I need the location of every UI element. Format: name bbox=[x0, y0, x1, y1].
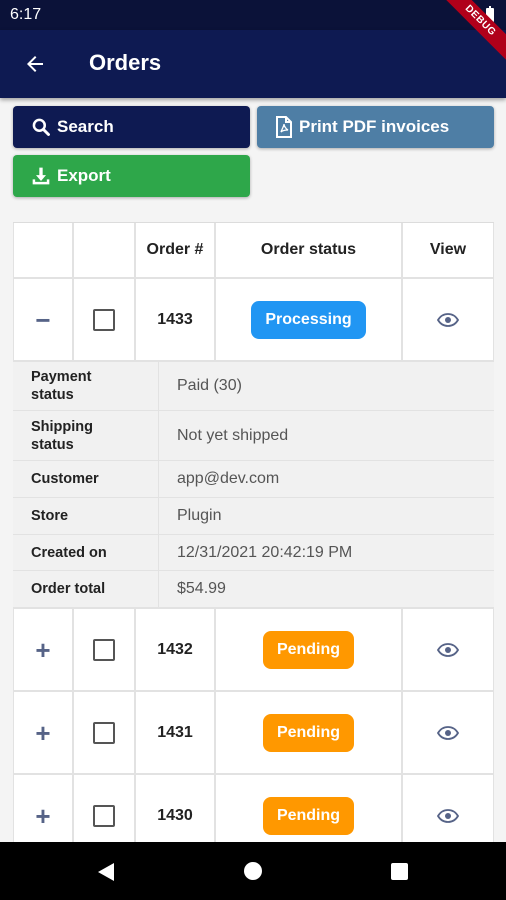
detail-value: 12/31/2021 20:42:19 PM bbox=[177, 543, 353, 561]
eye-icon[interactable] bbox=[437, 642, 459, 657]
row-checkbox[interactable] bbox=[93, 721, 115, 744]
print-pdf-invoices-button[interactable]: Print PDF invoices bbox=[257, 106, 494, 148]
eye-icon[interactable] bbox=[437, 725, 459, 740]
detail-row-total: Order total $54.99 bbox=[13, 571, 494, 607]
header-expand bbox=[14, 223, 74, 277]
pdf-file-icon bbox=[276, 116, 292, 138]
status-badge: Pending bbox=[262, 713, 355, 752]
arrow-left-icon[interactable] bbox=[22, 52, 48, 76]
detail-value: $54.99 bbox=[177, 580, 226, 597]
search-icon bbox=[32, 118, 50, 136]
system-nav-bar bbox=[0, 842, 506, 900]
expand-toggle[interactable]: + bbox=[35, 803, 50, 829]
header-order-status: Order status bbox=[216, 223, 403, 277]
status-time: 6:17 bbox=[10, 6, 42, 23]
status-badge: Processing bbox=[251, 300, 366, 339]
expand-toggle[interactable]: + bbox=[35, 637, 50, 663]
orders-table: Order # Order status View − 1433 Process… bbox=[13, 222, 494, 858]
detail-value: Plugin bbox=[177, 507, 222, 524]
search-button[interactable]: Search bbox=[13, 106, 250, 148]
header-order-number: Order # bbox=[136, 223, 216, 277]
status-badge: Pending bbox=[262, 630, 355, 669]
table-row: + 1432 Pending bbox=[13, 609, 494, 692]
detail-row-customer: Customer app@dev.com bbox=[13, 461, 494, 498]
eye-icon[interactable] bbox=[437, 808, 459, 823]
detail-row-store: Store Plugin bbox=[13, 498, 494, 535]
page-title: Orders bbox=[89, 50, 162, 75]
table-header: Order # Order status View bbox=[13, 223, 494, 279]
export-button-label: Export bbox=[57, 166, 111, 185]
nav-back-icon[interactable] bbox=[97, 862, 115, 882]
detail-row-payment: Payment status Paid (30) bbox=[13, 362, 494, 411]
detail-row-created: Created on 12/31/2021 20:42:19 PM bbox=[13, 535, 494, 571]
detail-value: app@dev.com bbox=[177, 470, 280, 487]
header-select bbox=[74, 223, 136, 277]
header-view: View bbox=[429, 241, 467, 258]
row-checkbox[interactable] bbox=[93, 804, 115, 827]
order-number: 1431 bbox=[157, 723, 193, 741]
detail-label: Store bbox=[13, 498, 159, 534]
detail-label: Order total bbox=[13, 571, 159, 607]
nav-home-icon[interactable] bbox=[244, 862, 262, 880]
table-row: − 1433 Processing bbox=[13, 279, 494, 362]
export-button[interactable]: Export bbox=[13, 155, 250, 197]
table-row: + 1431 Pending bbox=[13, 692, 494, 775]
nav-recent-apps-icon[interactable] bbox=[391, 863, 408, 880]
detail-label: Customer bbox=[13, 461, 159, 497]
app-bar: Orders bbox=[0, 30, 506, 98]
status-bar: 6:17 bbox=[0, 0, 506, 30]
detail-value: Paid (30) bbox=[177, 377, 242, 394]
search-button-label: Search bbox=[57, 117, 114, 136]
detail-row-shipping: Shipping status Not yet shipped bbox=[13, 411, 494, 461]
print-button-label: Print PDF invoices bbox=[299, 117, 450, 136]
order-number: 1430 bbox=[157, 806, 193, 824]
detail-label: Shipping status bbox=[13, 411, 159, 460]
detail-value: Not yet shipped bbox=[177, 426, 289, 444]
row-checkbox[interactable] bbox=[93, 638, 115, 661]
download-icon bbox=[32, 167, 50, 185]
row-checkbox[interactable] bbox=[93, 308, 115, 331]
order-number: 1432 bbox=[157, 640, 193, 658]
order-number: 1433 bbox=[157, 310, 193, 328]
status-badge: Pending bbox=[262, 796, 355, 835]
order-details: Payment status Paid (30) Shipping status… bbox=[13, 362, 494, 609]
detail-label: Payment status bbox=[13, 362, 159, 410]
collapse-toggle[interactable]: − bbox=[35, 307, 50, 333]
expand-toggle[interactable]: + bbox=[35, 720, 50, 746]
eye-icon[interactable] bbox=[437, 312, 459, 327]
detail-label: Created on bbox=[13, 535, 159, 570]
